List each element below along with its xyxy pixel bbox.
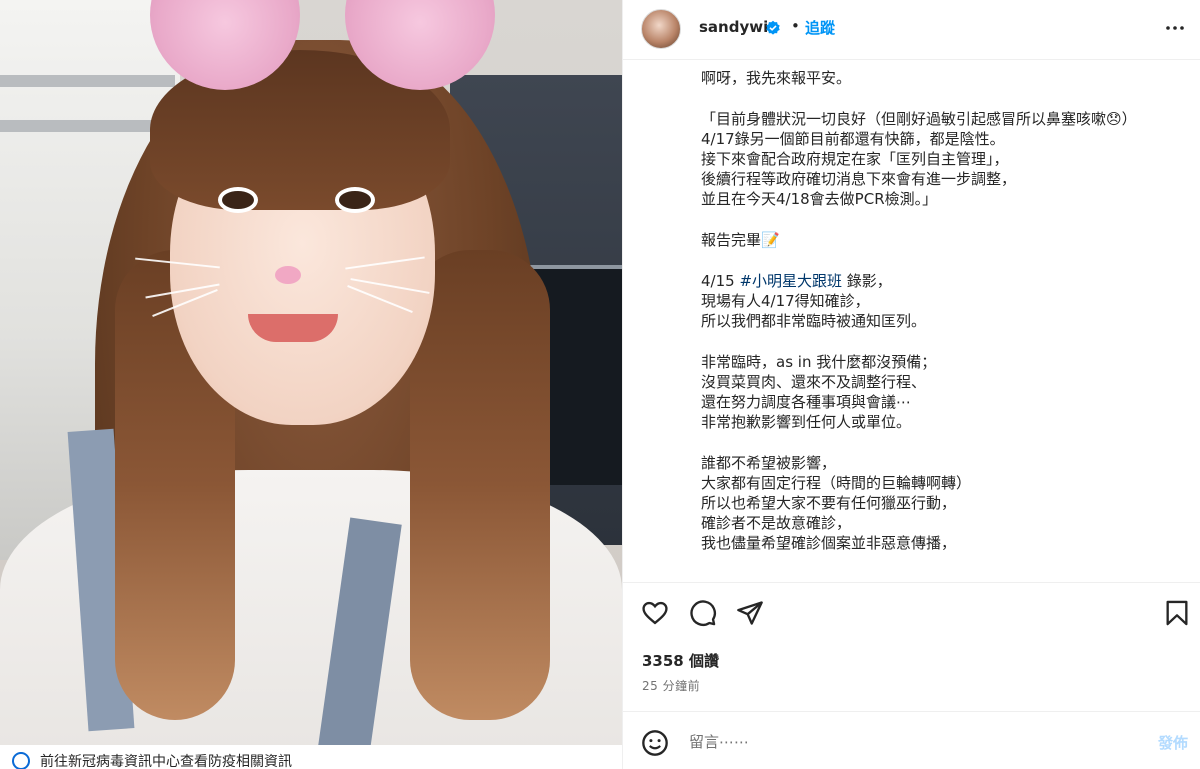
comment-icon[interactable] bbox=[689, 599, 717, 627]
photo-window-rail bbox=[0, 120, 175, 132]
separator-dot: • bbox=[791, 17, 800, 35]
caption-line: 並且在今天4/18會去做PCR檢測。」 bbox=[701, 190, 938, 208]
caption-line: 所以我們都非常臨時被通知匡列。 bbox=[701, 312, 927, 330]
action-bar bbox=[623, 582, 1200, 642]
photo-eye bbox=[335, 187, 375, 213]
caption-line: 「目前身體狀況一切良好（但剛好過敏引起感冒所以鼻塞咳嗽😞） bbox=[701, 110, 1137, 128]
hashtag-link[interactable]: #小明星大跟班 bbox=[739, 272, 842, 290]
caption-line: 我也儘量希望確診個案並非惡意傳播， bbox=[701, 534, 957, 552]
caption-line: 確診者不是故意確診， bbox=[701, 514, 852, 532]
caption-line: 所以也希望大家不要有任何獵巫行動， bbox=[701, 494, 957, 512]
caption-gap bbox=[701, 432, 1191, 453]
caption-line: 還在努力調度各種事項與會議⋯ bbox=[701, 393, 912, 411]
caption-line: 接下來會配合政府規定在家「匡列自主管理」， bbox=[701, 150, 1009, 168]
photo-bunny-nose bbox=[275, 266, 301, 284]
share-icon[interactable] bbox=[736, 599, 764, 627]
verified-badge-icon bbox=[766, 20, 780, 35]
bookmark-icon[interactable] bbox=[1163, 599, 1191, 627]
caption-line: 非常臨時，as in 我什麼都沒預備； bbox=[701, 353, 937, 371]
caption-line: 後續行程等政府確切消息下來會有進一步調整， bbox=[701, 170, 1017, 188]
post-timestamp[interactable]: 25 分鐘前 bbox=[642, 677, 700, 694]
comment-input[interactable] bbox=[689, 730, 1119, 754]
more-horizontal-icon[interactable] bbox=[1163, 16, 1187, 40]
covid-info-banner[interactable]: 前往新冠病毒資訊中心查看防疫相關資訊 bbox=[0, 745, 622, 769]
heart-icon[interactable] bbox=[641, 599, 669, 627]
photo-eye bbox=[218, 187, 258, 213]
photo-smile bbox=[248, 314, 338, 342]
comment-bar: 發佈 bbox=[623, 711, 1200, 769]
caption-line: 現場有人4/17得知確診， bbox=[701, 292, 870, 310]
info-icon bbox=[12, 752, 30, 769]
post-detail-panel: sandywis • 追蹤 啊呀，我先來報平安。 「目前身體狀況一切良好（但剛好… bbox=[622, 0, 1200, 769]
photo-hair-right bbox=[410, 250, 550, 720]
caption-line: 4/17錄另一個節目前都還有快篩，都是陰性。 bbox=[701, 130, 1005, 148]
post-header: sandywis • 追蹤 bbox=[623, 0, 1200, 60]
caption-line: 啊呀，我先來報平安。 bbox=[701, 69, 852, 87]
follow-button[interactable]: 追蹤 bbox=[805, 17, 835, 38]
emoji-icon[interactable] bbox=[641, 729, 669, 757]
post-photo[interactable]: 前往新冠病毒資訊中心查看防疫相關資訊 bbox=[0, 0, 622, 769]
caption-gap bbox=[701, 88, 1191, 109]
photo-window-rail bbox=[0, 75, 175, 87]
caption-line: 誰都不希望被影響， bbox=[701, 454, 837, 472]
avatar[interactable] bbox=[641, 9, 681, 49]
caption-line: 大家都有固定行程（時間的巨輪轉啊轉） bbox=[701, 474, 972, 492]
caption-line: 沒買菜買肉、還來不及調整行程、 bbox=[701, 373, 927, 391]
caption-gap bbox=[701, 209, 1191, 230]
post-caption: 啊呀，我先來報平安。 「目前身體狀況一切良好（但剛好過敏引起感冒所以鼻塞咳嗽😞）… bbox=[701, 68, 1191, 582]
post-comment-button[interactable]: 發佈 bbox=[1158, 732, 1188, 753]
caption-line: 非常抱歉影響到任何人或單位。 bbox=[701, 413, 912, 431]
caption-gap bbox=[701, 331, 1191, 352]
caption-gap bbox=[701, 250, 1191, 271]
likes-count[interactable]: 3358 個讚 bbox=[642, 650, 719, 671]
caption-line-hashtag: 4/15 #小明星大跟班 錄影， bbox=[701, 272, 892, 290]
caption-line: 報告完畢📝 bbox=[701, 231, 780, 249]
